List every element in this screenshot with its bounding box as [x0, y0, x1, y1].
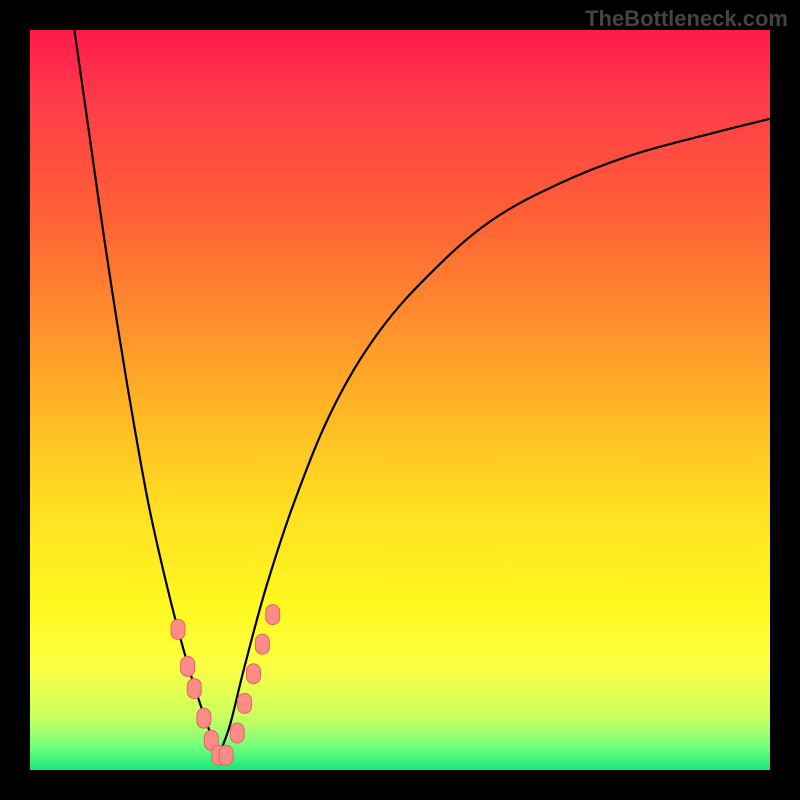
marker-point	[181, 656, 195, 676]
watermark-text: TheBottleneck.com	[585, 6, 788, 32]
marker-point	[230, 723, 244, 743]
left-curve	[74, 30, 218, 755]
marker-point	[171, 619, 185, 639]
marker-point	[187, 679, 201, 699]
marker-point	[219, 745, 233, 765]
marker-point	[246, 664, 260, 684]
marker-point	[255, 634, 269, 654]
outer-frame: TheBottleneck.com	[0, 0, 800, 800]
marker-point	[197, 708, 211, 728]
chart-svg	[30, 30, 770, 770]
marker-point	[266, 605, 280, 625]
plot-area	[30, 30, 770, 770]
right-curve	[219, 119, 770, 755]
marker-point	[238, 693, 252, 713]
